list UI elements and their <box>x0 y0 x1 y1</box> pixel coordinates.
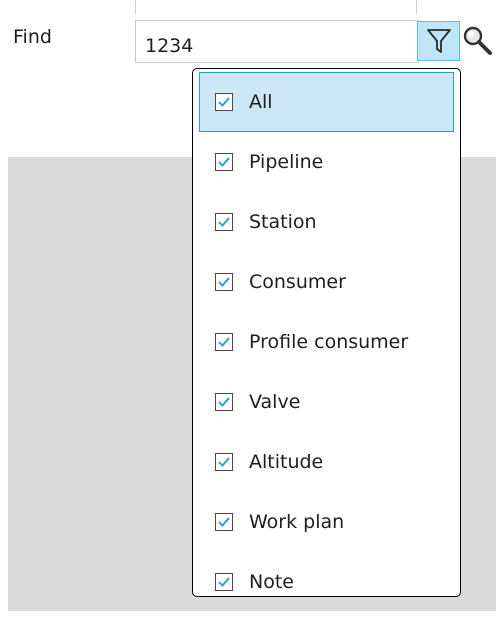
checkbox[interactable] <box>215 393 233 411</box>
filter-item-pipeline[interactable]: Pipeline <box>199 132 454 192</box>
filter-item-label: Profile consumer <box>249 331 409 353</box>
filter-item-profile-consumer[interactable]: Profile consumer <box>199 312 454 372</box>
checkbox[interactable] <box>215 513 233 531</box>
filter-item-label: Work plan <box>249 511 345 533</box>
search-button[interactable] <box>462 22 496 60</box>
filter-item-altitude[interactable]: Altitude <box>199 432 454 492</box>
checkbox[interactable] <box>215 573 233 591</box>
filter-item-consumer[interactable]: Consumer <box>199 252 454 312</box>
filter-item-label: All <box>249 91 273 113</box>
filter-item-label: Note <box>249 571 294 593</box>
filter-item-label: Consumer <box>249 271 346 293</box>
filter-button[interactable] <box>417 21 460 61</box>
checkbox[interactable] <box>215 333 233 351</box>
filter-item-label: Valve <box>249 391 301 413</box>
find-label: Find <box>13 26 52 48</box>
filter-item-note[interactable]: Note <box>199 552 454 612</box>
app-window: Find All Pipeline Station Consumer Profile c… <box>0 0 496 626</box>
checkbox[interactable] <box>215 213 233 231</box>
filter-item-station[interactable]: Station <box>199 192 454 252</box>
checkmark-icon <box>218 577 230 587</box>
filter-dropdown: All Pipeline Station Consumer Profile consum… <box>192 68 461 597</box>
checkmark-icon <box>218 457 230 467</box>
checkbox[interactable] <box>215 453 233 471</box>
search-icon <box>463 26 492 55</box>
find-input[interactable] <box>135 20 419 63</box>
filter-item-label: Altitude <box>249 451 324 473</box>
checkmark-icon <box>218 517 230 527</box>
checkmark-icon <box>218 157 230 167</box>
filter-item-label: Station <box>249 211 317 233</box>
checkmark-icon <box>218 217 230 227</box>
filter-item-all[interactable]: All <box>199 72 454 132</box>
checkmark-icon <box>218 277 230 287</box>
checkmark-icon <box>218 397 230 407</box>
filter-item-work-plan[interactable]: Work plan <box>199 492 454 552</box>
filter-item-valve[interactable]: Valve <box>199 372 454 432</box>
checkbox[interactable] <box>215 153 233 171</box>
filter-icon <box>426 29 451 53</box>
checkmark-icon <box>218 337 230 347</box>
checkbox[interactable] <box>215 93 233 111</box>
checkbox[interactable] <box>215 273 233 291</box>
previous-field-edge <box>135 0 417 14</box>
checkmark-icon <box>218 97 230 107</box>
filter-item-label: Pipeline <box>249 151 324 173</box>
